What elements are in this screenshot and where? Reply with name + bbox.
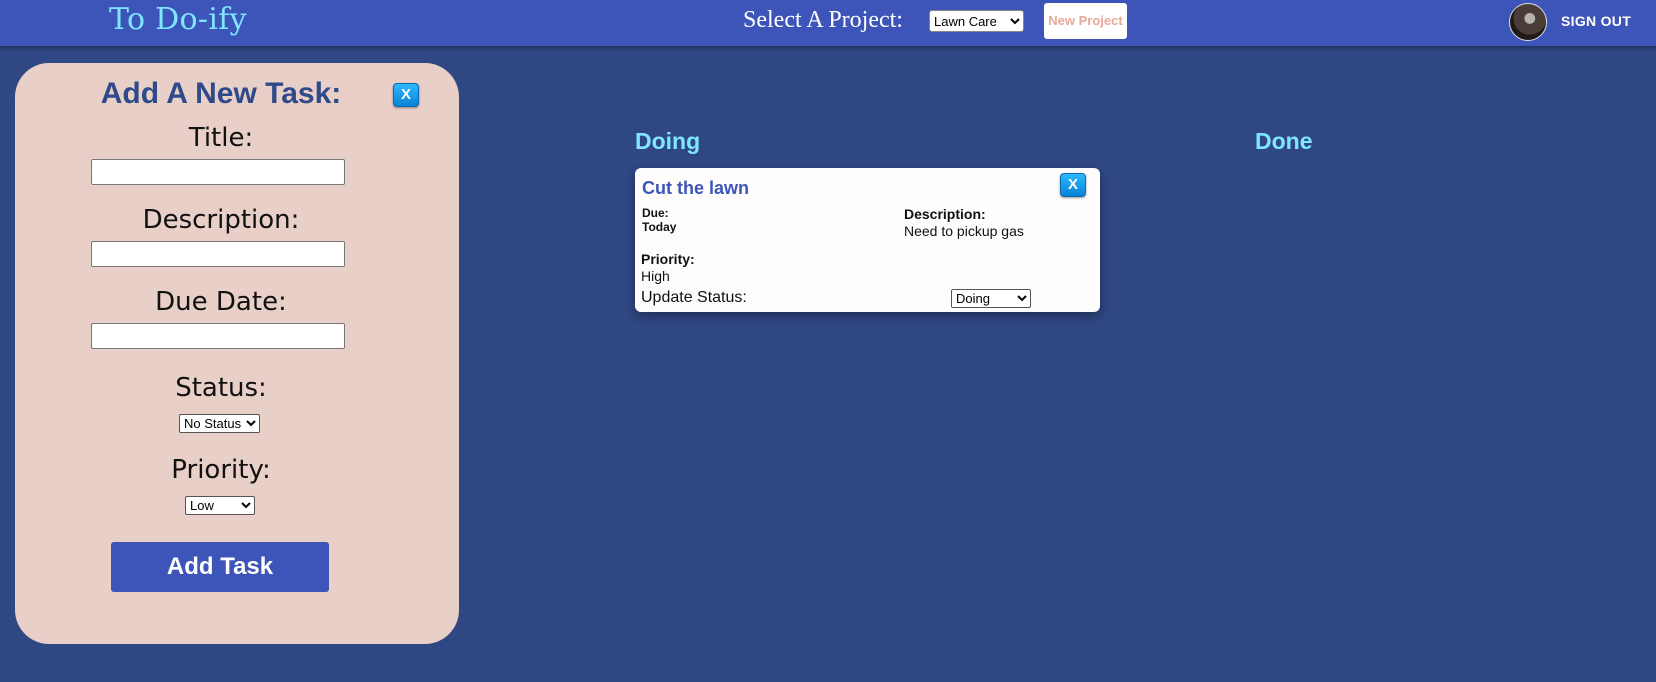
due-value: Today bbox=[642, 220, 677, 234]
title-label: Title: bbox=[188, 123, 254, 153]
top-header: To Do-ify Select A Project: Lawn Care Ne… bbox=[0, 0, 1656, 46]
column-doing-heading: Doing bbox=[635, 128, 701, 154]
status-label: Status: bbox=[175, 373, 267, 403]
priority-label: Priority: bbox=[641, 251, 695, 267]
task-card: Cut the lawn X Due: Today Description: N… bbox=[635, 168, 1100, 312]
due-date-input[interactable] bbox=[91, 323, 345, 349]
description-value: Need to pickup gas bbox=[904, 223, 1024, 239]
priority-select[interactable]: Low bbox=[185, 496, 255, 515]
select-project-label: Select A Project: bbox=[743, 7, 903, 33]
description-input[interactable] bbox=[91, 241, 345, 267]
project-select[interactable]: Lawn Care bbox=[929, 10, 1024, 32]
description-label: Description: bbox=[904, 206, 986, 222]
sign-out-link[interactable]: SIGN OUT bbox=[1561, 13, 1631, 29]
panel-title: Add A New Task: bbox=[100, 77, 342, 110]
status-select[interactable]: No Status bbox=[179, 414, 260, 433]
priority-label: Priority: bbox=[171, 455, 271, 485]
task-title: Cut the lawn bbox=[642, 178, 749, 198]
column-done-heading: Done bbox=[1255, 128, 1313, 154]
new-project-button[interactable]: New Project bbox=[1044, 3, 1127, 39]
app-logo[interactable]: To Do-ify bbox=[109, 2, 247, 37]
close-panel-button[interactable]: X bbox=[393, 83, 419, 107]
add-task-panel: Add A New Task: X Title: Description: Du… bbox=[15, 63, 459, 644]
update-status-select[interactable]: Doing bbox=[951, 289, 1031, 308]
due-label: Due: bbox=[642, 206, 669, 220]
title-input[interactable] bbox=[91, 159, 345, 185]
update-status-label: Update Status: bbox=[641, 289, 747, 306]
due-date-label: Due Date: bbox=[155, 287, 287, 317]
delete-task-button[interactable]: X bbox=[1060, 173, 1086, 197]
description-label: Description: bbox=[142, 205, 300, 235]
add-task-button[interactable]: Add Task bbox=[111, 542, 329, 592]
user-avatar[interactable] bbox=[1509, 3, 1547, 41]
priority-value: High bbox=[641, 268, 670, 284]
